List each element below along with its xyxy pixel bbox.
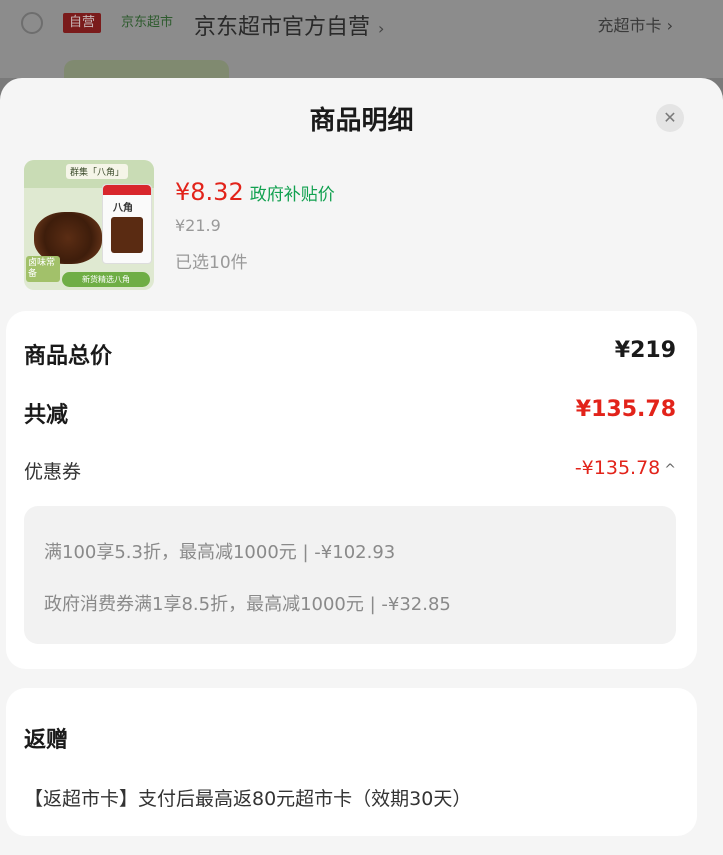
- coupon-row[interactable]: 优惠券 -¥135.78 ^: [24, 457, 676, 489]
- price-breakdown-card: 商品总价 ¥219 共减 ¥135.78 优惠券 -¥135.78 ^ 满100享…: [6, 311, 697, 669]
- total-price-value: ¥219: [614, 338, 676, 363]
- store-name-link[interactable]: 京东超市官方自营 ›: [194, 9, 384, 41]
- gift-card: 返赠 【返超市卡】支付后最高返80元超市卡（效期30天）: [6, 688, 697, 836]
- product-image: 群集「八角」 八角 卤味常备 新货精选八角: [24, 160, 154, 290]
- discount-total-label: 共减: [24, 403, 69, 428]
- product-price: ¥8.32: [175, 178, 244, 206]
- store-header: 自营 京东超市 京东超市官方自营 › 充超市卡 ›: [0, 0, 723, 80]
- chevron-right-icon: ›: [666, 16, 673, 35]
- product-package: 八角: [102, 184, 152, 264]
- total-price-label: 商品总价: [24, 344, 113, 369]
- recharge-card-link[interactable]: 充超市卡 ›: [597, 12, 673, 36]
- self-operated-badge: 自营: [63, 13, 102, 33]
- discount-total-value: ¥135.78: [575, 397, 676, 422]
- recharge-label: 充超市卡: [597, 16, 662, 35]
- product-image-tag: 卤味常备: [26, 256, 60, 282]
- product-brand-logo: 群集「八角」: [66, 164, 129, 179]
- coupon-value-toggle[interactable]: -¥135.78 ^: [575, 457, 676, 479]
- product-price-row: ¥8.32 政府补贴价: [175, 178, 335, 206]
- selected-quantity: 已选10件: [175, 253, 248, 273]
- gift-description: 【返超市卡】支付后最高返80元超市卡（效期30天）: [24, 788, 472, 810]
- subsidy-price-label: 政府补贴价: [249, 185, 335, 205]
- gift-title: 返赠: [24, 728, 69, 753]
- coupon-label: 优惠券: [24, 461, 82, 483]
- total-price-row: 商品总价 ¥219: [24, 338, 676, 370]
- chevron-right-icon: ›: [378, 19, 385, 38]
- close-icon: ✕: [663, 108, 677, 127]
- jd-supermarket-badge: 京东超市: [121, 15, 174, 30]
- chevron-up-icon: ^: [664, 462, 676, 478]
- package-label: 八角: [113, 203, 133, 214]
- product-detail-sheet: 商品明细 ✕ 群集「八角」 八角 卤味常备 新货精选八角 ¥8.32 政府补贴价 …: [0, 78, 723, 855]
- coupon-detail-line: 政府消费券满1享8.5折，最高减1000元 | -¥32.85: [44, 594, 451, 615]
- close-button[interactable]: ✕: [656, 104, 684, 132]
- product-image-banner: 新货精选八角: [62, 272, 150, 287]
- coupon-detail-box: 满100享5.3折，最高减1000元 | -¥102.93 政府消费券满1享8.…: [24, 506, 676, 644]
- original-price: ¥21.9: [175, 216, 221, 235]
- coupon-value: -¥135.78: [574, 457, 661, 479]
- store-select-radio[interactable]: [21, 12, 43, 34]
- discount-total-row: 共减 ¥135.78: [24, 397, 676, 429]
- coupon-detail-line: 满100享5.3折，最高减1000元 | -¥102.93: [44, 542, 396, 563]
- sheet-title: 商品明细: [309, 106, 414, 136]
- store-name: 京东超市官方自营: [194, 15, 371, 40]
- background-product-thumb: [64, 60, 229, 80]
